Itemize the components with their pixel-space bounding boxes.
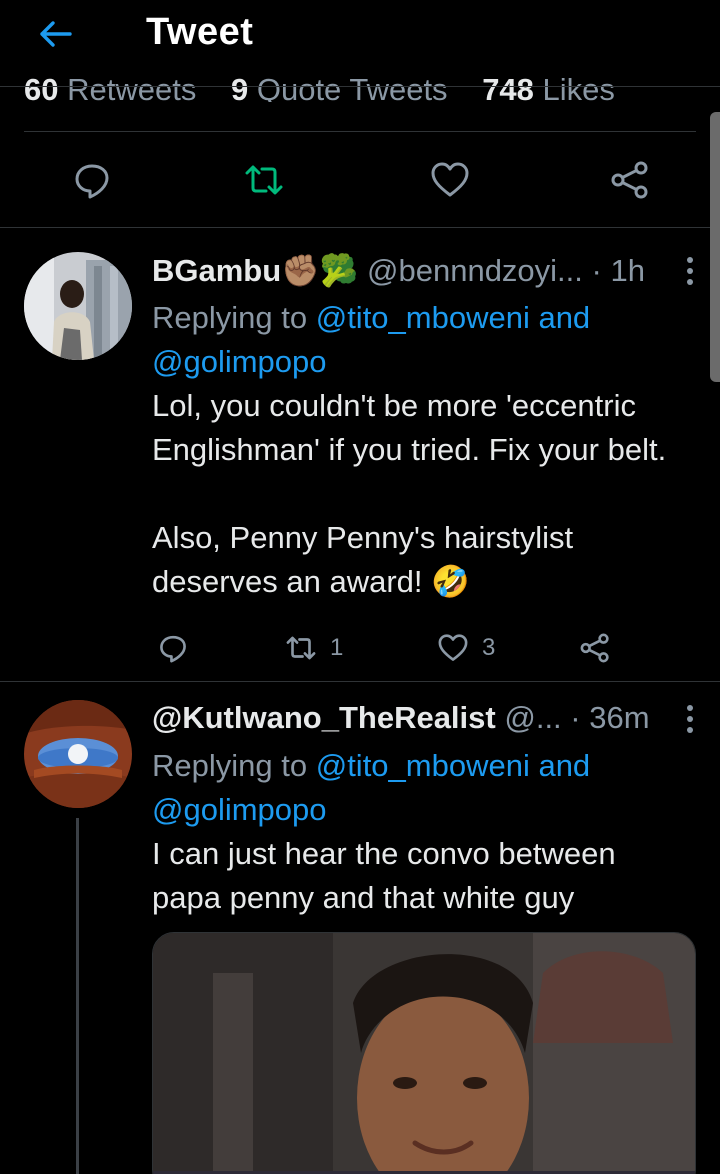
share-button[interactable]: [608, 158, 652, 202]
user-handle[interactable]: @...: [504, 700, 561, 735]
retweet-button[interactable]: 1: [284, 628, 343, 668]
replying-to: Replying to @tito_mboweni and @golimpopo: [152, 744, 700, 832]
like-button[interactable]: 3: [436, 628, 495, 668]
back-button[interactable]: [34, 12, 78, 56]
reply-icon: [75, 164, 109, 199]
quotes-count: 9: [230, 72, 249, 102]
retweets-label: Retweets: [67, 72, 197, 102]
like-icon: [431, 162, 469, 197]
arrow-left-icon: [40, 21, 72, 47]
reply-mentions[interactable]: @tito_mboweni and: [316, 748, 590, 783]
like-count: 3: [482, 634, 496, 661]
likes-stat[interactable]: 748 Likes: [482, 72, 641, 102]
reply-button[interactable]: [70, 158, 114, 202]
reply-mentions[interactable]: @tito_mboweni and: [316, 300, 590, 335]
reply-divider: [0, 681, 720, 682]
likes-label: Likes: [542, 72, 615, 102]
avatar[interactable]: [24, 700, 132, 808]
actions-divider: [0, 227, 720, 228]
avatar-photo: [24, 252, 132, 360]
like-button[interactable]: [428, 158, 472, 202]
retweet-icon: [286, 636, 316, 660]
reply-icon: [160, 635, 186, 663]
retweet-count: 1: [330, 634, 344, 661]
replying-prefix: Replying to: [152, 748, 308, 783]
reply-mention-2[interactable]: @golimpopo: [152, 344, 327, 379]
timestamp[interactable]: · 1h: [592, 253, 645, 288]
more-options-icon[interactable]: [684, 254, 696, 288]
header-divider: [0, 86, 720, 87]
tweet-meta: BGambu✊🏽🥦 @bennndzoyi... · 1h: [152, 252, 700, 296]
retweets-stat[interactable]: 60 Retweets: [24, 72, 231, 102]
tweet-text-line: Englishman' if you tried. Fix your belt.: [152, 432, 667, 467]
reply-action-bar: 1 3: [152, 628, 700, 678]
timestamp[interactable]: · 36m: [570, 700, 649, 735]
share-icon: [580, 633, 609, 663]
reply-mention-2[interactable]: @golimpopo: [152, 792, 327, 827]
likes-count: 748: [482, 72, 534, 102]
quotes-label: Quote Tweets: [256, 72, 448, 102]
user-handle[interactable]: @bennndzoyi...: [367, 253, 583, 288]
attached-photo[interactable]: [152, 932, 696, 1174]
stats-divider: [24, 131, 696, 132]
quotes-stat[interactable]: 9 Quote Tweets: [231, 72, 482, 102]
tweet-text-line: Lol, you couldn't be more 'eccentric: [152, 388, 636, 423]
laughing-emoji: 🤣: [431, 564, 470, 599]
tweet-meta: @Kutlwano_TheRealist @... · 36m: [152, 700, 700, 744]
tweet-text: Lol, you couldn't be more 'eccentric Eng…: [152, 384, 700, 604]
share-button[interactable]: [578, 628, 624, 668]
tweet-action-bar: [0, 140, 720, 220]
more-options-icon[interactable]: [684, 702, 696, 736]
replying-to: Replying to @tito_mboweni and @golimpopo: [152, 296, 700, 384]
page-title: Tweet: [146, 11, 254, 53]
reply-button[interactable]: [156, 628, 202, 668]
tweet-text-line: Also, Penny Penny's hairstylist: [152, 520, 574, 555]
display-name[interactable]: @Kutlwano_TheRealist: [152, 700, 496, 735]
tweet-text-line: papa penny and that white guy: [152, 880, 575, 915]
name-emoji: ✊🏽🥦: [281, 253, 359, 288]
like-icon: [438, 634, 468, 661]
scrollbar[interactable]: [710, 112, 720, 382]
retweets-count: 60: [24, 72, 59, 102]
replying-prefix: Replying to: [152, 300, 308, 335]
avatar-photo: [24, 700, 132, 808]
avatar[interactable]: [24, 252, 132, 360]
photo-image: [153, 933, 695, 1174]
tweet-text-line: deserves an award!: [152, 564, 423, 599]
tweet-text: I can just hear the convo between papa p…: [152, 832, 700, 920]
thread-connector: [76, 818, 79, 1174]
retweet-button[interactable]: [242, 158, 286, 202]
tweet-text-line: I can just hear the convo between: [152, 836, 616, 871]
display-name[interactable]: BGambu: [152, 253, 281, 288]
retweet-icon: [245, 165, 283, 195]
share-icon: [611, 161, 648, 199]
top-app-bar: Tweet: [0, 0, 720, 72]
